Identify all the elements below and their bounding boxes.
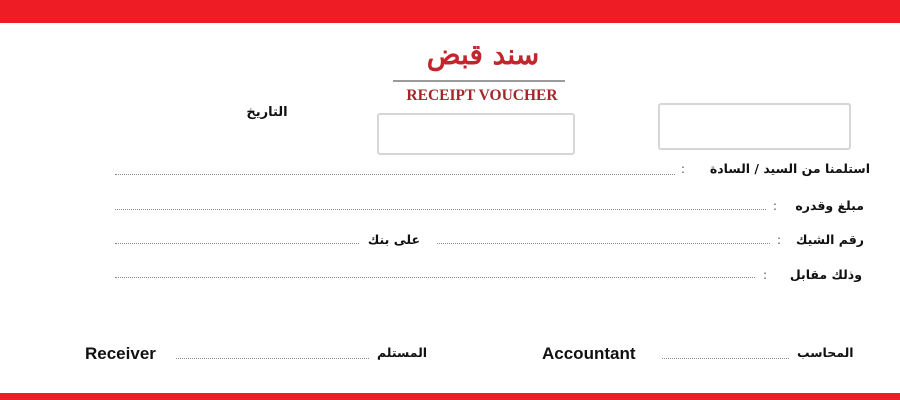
received-from-colon: : <box>681 162 686 176</box>
bank-line[interactable] <box>115 243 359 244</box>
against-line[interactable] <box>115 277 755 278</box>
receiver-signature-line[interactable] <box>176 358 369 359</box>
amount-input-box[interactable] <box>658 103 851 150</box>
voucher-title-arabic: سند قبض <box>426 38 540 71</box>
accountant-label-arabic: المحاسب <box>797 345 854 360</box>
cheque-number-line[interactable] <box>437 243 770 244</box>
amount-colon: : <box>773 199 778 213</box>
title-divider <box>393 80 565 82</box>
bottom-red-band <box>0 393 900 400</box>
receiver-label-arabic: المستلم <box>377 345 428 360</box>
against-colon: : <box>763 268 768 282</box>
cheque-number-label: رقم الشيك <box>796 232 864 247</box>
accountant-signature-line[interactable] <box>662 358 789 359</box>
accountant-label-english: Accountant <box>542 344 636 363</box>
date-label: التاريخ <box>246 105 288 120</box>
top-red-band <box>0 0 900 23</box>
against-label: وذلك مقابل <box>789 267 862 282</box>
voucher-title-english: RECEIPT VOUCHER <box>406 87 558 104</box>
cheque-number-colon: : <box>777 233 782 247</box>
received-from-label: استلمنا من السيد / السادة <box>709 161 870 176</box>
amount-line[interactable] <box>115 209 766 210</box>
bank-label: على بنك <box>367 232 420 247</box>
date-input-box[interactable] <box>377 113 575 155</box>
receiver-label-english: Receiver <box>85 344 156 363</box>
received-from-line[interactable] <box>115 174 675 175</box>
amount-label: مبلغ وقدره <box>795 198 864 213</box>
